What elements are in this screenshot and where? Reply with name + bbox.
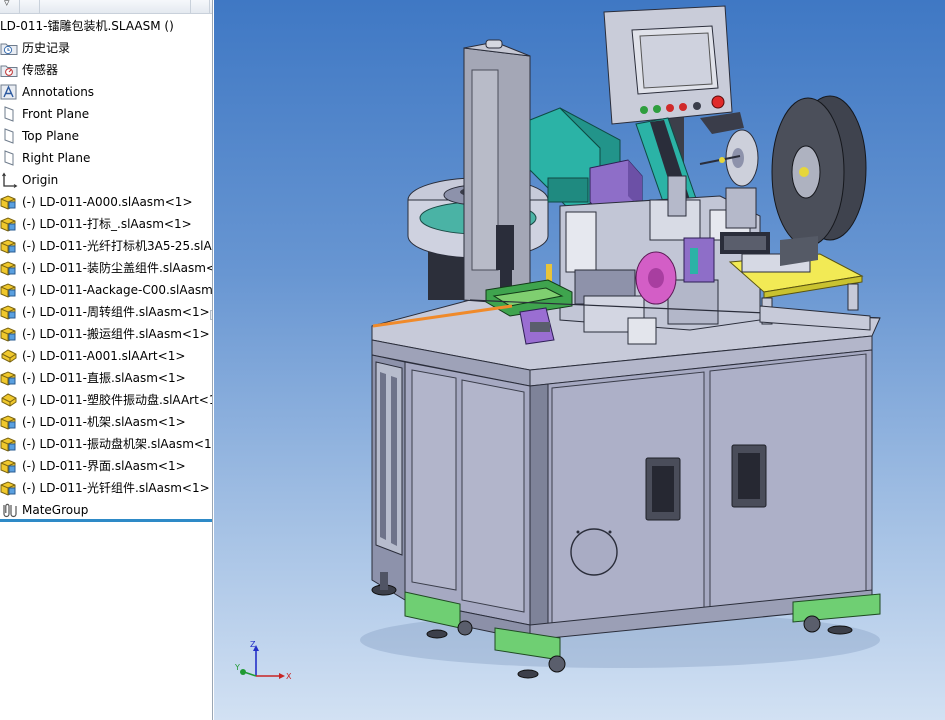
tree-item-label: (-) LD-011-装防尘盖组件.slAasm<1 [22,261,213,275]
tree-item-label: Origin [22,173,59,187]
tree-item-component[interactable]: (-) LD-011-A001.slAArt<1> [0,346,212,366]
tree-item-component[interactable]: (-) LD-011-直振.slAasm<1> [0,368,212,388]
subassembly-icon [0,305,16,320]
tree-item-history[interactable]: 历史记录 [0,38,212,58]
tree-item-label: (-) LD-011-Aackage-C00.slAasm< [22,283,213,297]
tree-item-label: (-) LD-011-界面.slAasm<1> [22,459,186,473]
tree-item-component[interactable]: (-) LD-011-Aackage-C00.slAasm< [0,280,213,300]
subassembly-icon [0,217,16,232]
subassembly-icon [0,239,16,254]
subassembly-icon [0,437,16,452]
tree-item-label: (-) LD-011-周转组件.slAasm<1> [22,305,210,319]
graphics-viewport[interactable]: Z X Y [214,0,945,720]
history-folder-icon [0,43,18,55]
tree-item-top-plane[interactable]: Top Plane [0,126,212,146]
tree-item-label: (-) LD-011-光纤打标机3A5-25.slAa [22,239,213,253]
tree-item-label: MateGroup [22,503,89,517]
tree-item-label: Annotations [22,85,95,99]
panel-resize-handle[interactable] [210,310,212,320]
tree-item-label: (-) LD-011-A001.slAArt<1> [22,349,186,363]
sensor-folder-icon [0,65,18,77]
tree-root-assembly[interactable]: LD-011-镭雕包装机.SLAASM () [0,16,212,36]
tree-item-mategroup[interactable]: MateGroup [0,500,212,520]
part-icon [1,393,17,407]
tree-item-component[interactable]: (-) LD-011-打标_.slAasm<1> [0,214,212,234]
triad-z-label: Z [250,640,256,649]
tree-item-component[interactable]: (-) LD-011-光纤打标机3A5-25.slAa [0,236,213,256]
tree-item-origin[interactable]: Origin [0,170,212,190]
subassembly-icon [0,371,16,386]
view-orientation-triad: Z X Y [234,640,292,681]
subassembly-icon [0,459,16,474]
tree-item-label: (-) LD-011-塑胶件振动盘.slAArt<1 [22,393,213,407]
tree-item-component[interactable]: (-) LD-011-机架.slAasm<1> [0,412,212,432]
tree-item-component[interactable]: (-) LD-011-装防尘盖组件.slAasm<1 [0,258,213,278]
annotations-icon [0,84,17,100]
tree-item-component[interactable]: (-) LD-011-光钎组件.slAasm<1> [0,478,212,498]
subassembly-icon [0,195,16,210]
vertical-column [463,39,531,306]
tree-item-component[interactable]: (-) LD-011-塑胶件振动盘.slAArt<1 [0,390,213,410]
subassembly-icon [0,481,16,496]
tree-item-label: (-) LD-011-搬运组件.slAasm<1> [22,327,210,341]
tree-options-button[interactable] [20,0,40,13]
tree-item-label: (-) LD-011-打标_.slAasm<1> [22,217,192,231]
tree-item-label: (-) LD-011-机架.slAasm<1> [22,415,186,429]
tree-item-component[interactable]: (-) LD-011-A000.slAasm<1> [0,192,212,212]
tree-item-label: Right Plane [22,151,91,165]
tree-item-label: (-) LD-011-光钎组件.slAasm<1> [22,481,210,495]
tree-item-component[interactable]: (-) LD-011-振动盘机架.slAasm<1> [0,434,213,454]
mate-group-icon [3,503,17,518]
vent-cover [570,528,618,576]
tree-item-sensors[interactable]: 传感器 [0,60,212,80]
plane-icon [4,150,14,166]
feature-manager-toolbar: ▿ [0,0,212,14]
tree-item-right-plane[interactable]: Right Plane [0,148,212,168]
triad-x-label: X [286,672,292,681]
tree-item-label: (-) LD-011-振动盘机架.slAasm<1> [22,437,213,451]
part-icon [1,349,17,363]
tree-item-label: Top Plane [22,129,79,143]
tree-item-front-plane[interactable]: Front Plane [0,104,212,124]
tree-end-divider [0,519,212,522]
funnel-icon: ▿ [4,0,10,9]
tree-item-label: 历史记录 [22,41,71,55]
tree-item-component[interactable]: (-) LD-011-周转组件.slAasm<1> [0,302,212,322]
subassembly-icon [0,283,16,298]
plane-icon [4,106,14,122]
subassembly-icon [0,327,16,342]
plane-icon [4,128,14,144]
filter-button[interactable]: ▿ [0,0,20,13]
tree-item-label: Front Plane [22,107,90,121]
tree-item-component[interactable]: (-) LD-011-界面.slAasm<1> [0,456,212,476]
triad-y-label: Y [234,663,240,672]
feature-manager-tree: ▿ LD-011-镭雕包装机.SLAASM () 历史记录 传感器 Annota… [0,0,213,720]
tree-root-label: LD-011-镭雕包装机.SLAASM () [0,19,174,33]
tree-item-component[interactable]: (-) LD-011-搬运组件.slAasm<1> [0,324,212,344]
panel-collapse-button[interactable] [190,0,210,13]
subassembly-icon [0,415,16,430]
subassembly-icon [0,261,16,276]
origin-icon [2,172,18,188]
machine-3d-model [360,5,881,679]
tree-item-label: 传感器 [22,63,59,77]
tree-item-label: (-) LD-011-直振.slAasm<1> [22,371,186,385]
machine-frame [371,299,881,679]
tree-item-label: (-) LD-011-A000.slAasm<1> [22,195,193,209]
tree-item-annotations[interactable]: Annotations [0,82,212,102]
